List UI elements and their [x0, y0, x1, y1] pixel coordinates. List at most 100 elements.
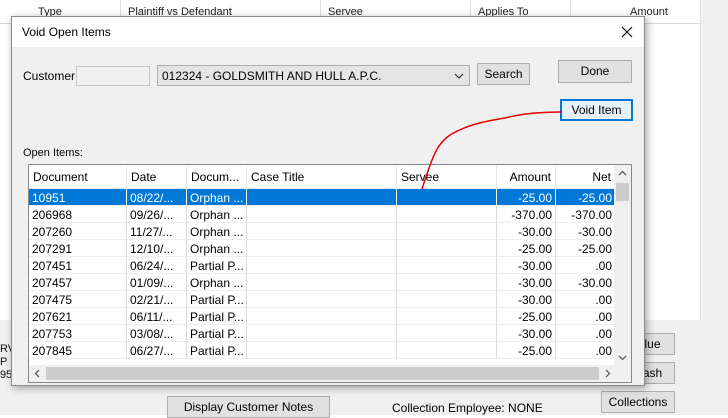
scroll-left-icon[interactable] — [29, 365, 46, 382]
cell-document: 207451 — [29, 257, 127, 274]
cell-servee — [397, 206, 497, 223]
cell-net: -30.00 — [556, 223, 616, 240]
done-button[interactable]: Done — [558, 60, 632, 83]
table-row[interactable]: 207753 03/08/... Partial P... -30.00.00 — [29, 325, 616, 342]
col-header-amount[interactable]: Amount — [497, 165, 556, 189]
col-header-document[interactable]: Document — [29, 165, 127, 189]
cell-servee — [397, 257, 497, 274]
cell-document: 207475 — [29, 291, 127, 308]
cell-servee — [397, 291, 497, 308]
cell-case-title — [247, 308, 397, 325]
customer-label: Customer: — [23, 69, 79, 83]
horizontal-scrollbar[interactable] — [29, 365, 616, 382]
cell-case-title — [247, 240, 397, 257]
void-item-button[interactable]: Void Item — [560, 99, 633, 121]
close-icon — [621, 26, 633, 38]
cell-document-type: Orphan ... — [187, 206, 247, 223]
chevron-down-icon — [454, 73, 464, 79]
cell-amount: -30.00 — [497, 291, 556, 308]
cell-case-title — [247, 189, 397, 206]
cell-case-title — [247, 206, 397, 223]
col-header-date[interactable]: Date — [127, 165, 187, 189]
cell-amount: -30.00 — [497, 325, 556, 342]
scroll-up-icon[interactable] — [614, 165, 631, 182]
cell-servee — [397, 223, 497, 240]
customer-code-field[interactable] — [76, 66, 150, 86]
scroll-corner — [614, 365, 631, 382]
bg-collections-button[interactable]: Collections — [601, 391, 675, 413]
cell-net: .00 — [556, 325, 616, 342]
cell-document-type: Partial P... — [187, 257, 247, 274]
cell-document-type: Partial P... — [187, 291, 247, 308]
table-row[interactable]: 10951 08/22/... Orphan ... -25.00 -25.00 — [29, 189, 616, 206]
table-row[interactable]: 207845 06/27/... Partial P... -25.00.00 — [29, 342, 616, 359]
horizontal-scroll-thumb[interactable] — [46, 367, 599, 380]
cell-date: 11/27/... — [127, 223, 187, 240]
cell-date: 01/09/... — [127, 274, 187, 291]
cell-net: .00 — [556, 342, 616, 359]
cell-net: -25.00 — [556, 240, 616, 257]
cell-document-type: Partial P... — [187, 342, 247, 359]
cell-servee — [397, 325, 497, 342]
grid-header: Document Date Docum... Case Title Servee… — [29, 165, 616, 189]
cell-date: 12/10/... — [127, 240, 187, 257]
table-row[interactable]: 207451 06/24/... Partial P... -30.00.00 — [29, 257, 616, 274]
col-header-document-type[interactable]: Docum... — [187, 165, 247, 189]
table-row[interactable]: 207291 12/10/... Orphan ... -25.00 -25.00 — [29, 240, 616, 257]
table-row[interactable]: 207475 02/21/... Partial P... -30.00.00 — [29, 291, 616, 308]
cell-document-type: Orphan ... — [187, 274, 247, 291]
cell-date: 03/08/... — [127, 325, 187, 342]
cell-document-type: Orphan ... — [187, 189, 247, 206]
collection-employee-label: Collection Employee: NONE — [392, 401, 543, 415]
cell-net: .00 — [556, 291, 616, 308]
cell-date: 06/11/... — [127, 308, 187, 325]
cell-servee — [397, 342, 497, 359]
bg-left-fragment: P — [0, 356, 8, 368]
cell-case-title — [247, 325, 397, 342]
cell-case-title — [247, 223, 397, 240]
scroll-down-icon[interactable] — [614, 349, 631, 366]
cell-document: 207621 — [29, 308, 127, 325]
void-open-items-dialog: Void Open Items Customer: 012324 - GOLDS… — [11, 16, 645, 386]
col-header-servee[interactable]: Servee — [397, 165, 497, 189]
cell-document: 10951 — [29, 189, 127, 206]
col-header-net[interactable]: Net — [556, 165, 616, 189]
cell-case-title — [247, 291, 397, 308]
cell-document-type: Partial P... — [187, 325, 247, 342]
cell-document-type: Partial P... — [187, 308, 247, 325]
vertical-scroll-thumb[interactable] — [616, 183, 629, 201]
table-row[interactable]: 206968 09/26/... Orphan ... -370.00 -370.00 — [29, 206, 616, 223]
cell-document: 206968 — [29, 206, 127, 223]
cell-document: 207457 — [29, 274, 127, 291]
cell-amount: -25.00 — [497, 189, 556, 206]
cell-date: 06/24/... — [127, 257, 187, 274]
cell-amount: -30.00 — [497, 257, 556, 274]
grid-rows: 10951 08/22/... Orphan ... -25.00 -25.00 2069… — [29, 189, 616, 359]
customer-dropdown[interactable]: 012324 - GOLDSMITH AND HULL A.P.C. — [157, 65, 470, 86]
close-button[interactable] — [616, 21, 638, 43]
cell-amount: -25.00 — [497, 342, 556, 359]
cell-servee — [397, 240, 497, 257]
search-button[interactable]: Search — [477, 63, 530, 85]
dialog-title: Void Open Items — [22, 25, 111, 39]
vertical-scrollbar[interactable] — [614, 165, 631, 366]
table-row[interactable]: 207260 11/27/... Orphan ... -30.00 -30.00 — [29, 223, 616, 240]
cell-amount: -370.00 — [497, 206, 556, 223]
cell-amount: -25.00 — [497, 240, 556, 257]
cell-date: 02/21/... — [127, 291, 187, 308]
customer-dropdown-value: 012324 - GOLDSMITH AND HULL A.P.C. — [162, 69, 382, 83]
table-row[interactable]: 207621 06/11/... Partial P... -25.00.00 — [29, 308, 616, 325]
table-row[interactable]: 207457 01/09/... Orphan ... -30.00 -30.00 — [29, 274, 616, 291]
cell-amount: -30.00 — [497, 223, 556, 240]
cell-date: 09/26/... — [127, 206, 187, 223]
cell-document: 207845 — [29, 342, 127, 359]
cell-date: 06/27/... — [127, 342, 187, 359]
cell-net: .00 — [556, 308, 616, 325]
cell-document: 207753 — [29, 325, 127, 342]
cell-servee — [397, 308, 497, 325]
col-header-case-title[interactable]: Case Title — [247, 165, 397, 189]
open-items-grid: Document Date Docum... Case Title Servee… — [28, 164, 632, 383]
background-right-strip — [700, 0, 728, 320]
cell-net: -370.00 — [556, 206, 616, 223]
cell-case-title — [247, 274, 397, 291]
